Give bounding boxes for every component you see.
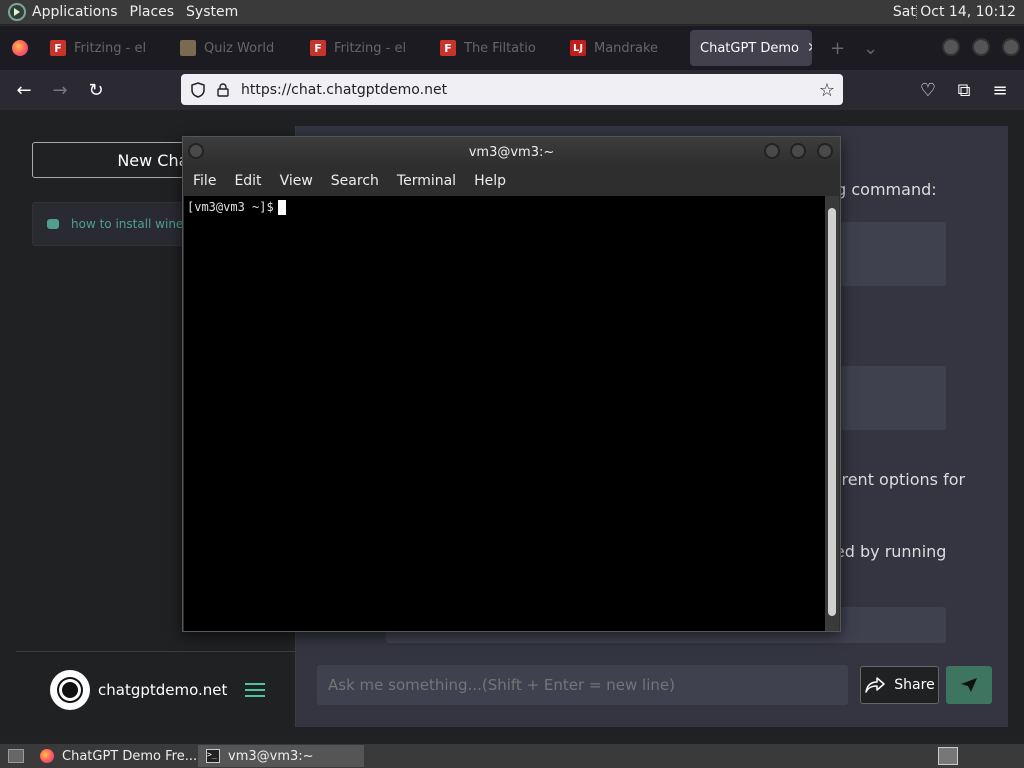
- tab-mandrake[interactable]: LJ Mandrake: [560, 30, 690, 66]
- livejournal-favicon-icon: LJ: [570, 40, 586, 56]
- menu-file[interactable]: File: [193, 173, 216, 189]
- reload-icon[interactable]: ↻: [78, 80, 114, 101]
- answer-fragment: ferent options for: [826, 470, 966, 489]
- window-menu-icon[interactable]: [188, 143, 204, 159]
- fritzing-favicon-icon: F: [310, 40, 326, 56]
- sidebar-footer: chatgptdemo.net: [16, 651, 296, 727]
- close-window-icon[interactable]: [1002, 38, 1020, 56]
- extensions-icon[interactable]: ⧉: [946, 80, 982, 101]
- taskbar-item-label: vm3@vm3:~: [228, 748, 314, 764]
- prompt-input[interactable]: [317, 665, 848, 705]
- terminal-titlebar[interactable]: vm3@vm3:~: [183, 137, 840, 167]
- tab-label: Quiz World: [204, 40, 275, 56]
- menu-system[interactable]: System: [186, 4, 246, 20]
- shell-prompt: [vm3@vm3 ~]$: [187, 200, 274, 214]
- taskbar-item-firefox[interactable]: ChatGPT Demo Fre...: [32, 745, 198, 767]
- list-tabs-icon[interactable]: ⌄: [863, 38, 878, 59]
- minimize-icon[interactable]: [764, 143, 780, 159]
- distro-logo-icon[interactable]: [8, 3, 26, 21]
- hamburger-menu-icon[interactable]: ≡: [982, 80, 1018, 101]
- input-row: Share: [296, 651, 1008, 727]
- tracking-shield-icon[interactable]: [191, 81, 205, 98]
- firefox-view-icon[interactable]: [12, 40, 28, 56]
- chat-bubble-icon: [47, 219, 59, 229]
- taskbar-item-label: ChatGPT Demo Fre...: [62, 748, 198, 764]
- pocket-icon[interactable]: ♡: [910, 80, 946, 101]
- minimize-window-icon[interactable]: [942, 38, 960, 56]
- menu-edit[interactable]: Edit: [234, 173, 261, 189]
- tab-label: ChatGPT Demo: [700, 40, 799, 56]
- taskbar-item-terminal[interactable]: >_ vm3@vm3:~: [198, 745, 364, 767]
- taskbar: ChatGPT Demo Fre... >_ vm3@vm3:~: [0, 743, 1024, 768]
- chat-history-title: how to install wine in: [71, 217, 199, 231]
- menu-search[interactable]: Search: [331, 173, 379, 189]
- clock[interactable]: Sat Oct 14, 10:12: [893, 4, 1016, 20]
- answer-fragment: lled by running: [826, 542, 947, 561]
- firefox-icon: [40, 749, 54, 763]
- close-icon[interactable]: [817, 143, 833, 159]
- terminal-window[interactable]: vm3@vm3:~ File Edit View Search Terminal…: [182, 136, 841, 632]
- url-text[interactable]: https://chat.chatgptdemo.net: [241, 82, 447, 98]
- brand-logo-icon: [50, 669, 90, 710]
- answer-fragment: ng command:: [826, 180, 937, 199]
- terminal-menubar: File Edit View Search Terminal Help: [183, 167, 840, 195]
- new-tab-icon[interactable]: +: [830, 38, 845, 59]
- url-bar[interactable]: https://chat.chatgptdemo.net ☆: [181, 74, 843, 105]
- quiz-favicon-icon: [180, 40, 196, 56]
- tab-label: Fritzing - el: [74, 40, 147, 56]
- terminal-scrollbar[interactable]: [825, 196, 839, 631]
- share-button[interactable]: Share: [860, 666, 939, 704]
- forward-icon[interactable]: →: [42, 80, 78, 101]
- workspace-switcher-icon[interactable]: [938, 747, 958, 765]
- menu-view[interactable]: View: [280, 173, 313, 189]
- maximize-icon[interactable]: [790, 143, 806, 159]
- send-button[interactable]: [946, 666, 992, 704]
- text-cursor: [277, 200, 286, 215]
- tab-bar: F Fritzing - el Quiz World F Fritzing - …: [0, 26, 1024, 70]
- tab-chatgpt-demo[interactable]: ChatGPT Demo ✕: [690, 30, 812, 66]
- terminal-title: vm3@vm3:~: [468, 144, 555, 160]
- tab-label: Fritzing - el: [334, 40, 407, 56]
- top-panel: Applications Places System Sat Oct 14, 1…: [0, 0, 1024, 25]
- maximize-window-icon[interactable]: [972, 38, 990, 56]
- tab-quiz-world[interactable]: Quiz World: [170, 30, 300, 66]
- bookmark-star-icon[interactable]: ☆: [819, 80, 835, 101]
- menu-applications[interactable]: Applications: [32, 4, 126, 20]
- scrollbar-thumb[interactable]: [828, 208, 836, 616]
- terminal-output[interactable]: [vm3@vm3 ~]$: [184, 196, 826, 631]
- back-icon[interactable]: ←: [6, 80, 42, 101]
- fritzing-favicon-icon: F: [50, 40, 66, 56]
- menu-places[interactable]: Places: [130, 4, 183, 20]
- tab-label: The Filtatio: [464, 40, 536, 56]
- menu-terminal[interactable]: Terminal: [397, 173, 456, 189]
- menu-help[interactable]: Help: [474, 173, 506, 189]
- tab-fritzing-1[interactable]: F Fritzing - el: [40, 30, 170, 66]
- navigation-bar: ← → ↻ https://chat.chatgptdemo.net ☆ ♡ ⧉…: [0, 70, 1024, 110]
- fritzing-favicon-icon: F: [440, 40, 456, 56]
- share-icon: [865, 677, 886, 693]
- send-icon: [961, 678, 977, 692]
- share-label: Share: [894, 677, 935, 693]
- tab-fritzing-2[interactable]: F Fritzing - el: [300, 30, 430, 66]
- show-desktop-icon[interactable]: [8, 749, 24, 763]
- sidebar-menu-icon[interactable]: [245, 679, 266, 701]
- terminal-icon: >_: [206, 749, 220, 763]
- tab-filtation[interactable]: F The Filtatio: [430, 30, 560, 66]
- tab-close-icon[interactable]: ✕: [807, 40, 812, 56]
- lock-icon[interactable]: [217, 82, 229, 97]
- brand-name: chatgptdemo.net: [98, 680, 228, 699]
- tab-label: Mandrake: [594, 40, 659, 56]
